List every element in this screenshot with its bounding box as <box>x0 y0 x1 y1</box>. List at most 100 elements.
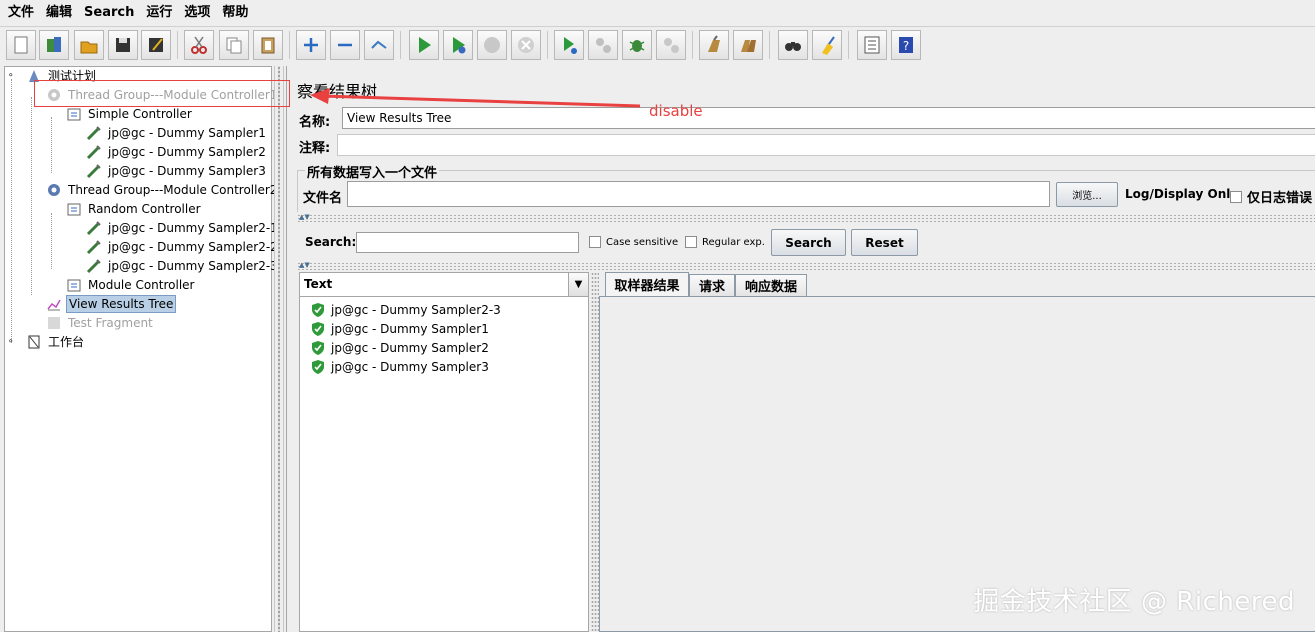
regex-checkbox[interactable]: Regular exp. <box>685 236 765 248</box>
tree-node-sampler[interactable]: jp@gc - Dummy Sampler3 <box>85 162 268 180</box>
filename-input[interactable] <box>347 181 1050 207</box>
sampler-pipette-icon <box>85 258 103 274</box>
search-icon[interactable] <box>778 30 808 60</box>
start-icon[interactable] <box>409 30 439 60</box>
tree-node-sampler[interactable]: jp@gc - Dummy Sampler2-1 <box>85 219 280 237</box>
tree-node-sampler[interactable]: jp@gc - Dummy Sampler2-2 <box>85 238 280 256</box>
controller-icon <box>65 106 83 122</box>
stop-icon[interactable] <box>477 30 507 60</box>
reset-search-icon[interactable] <box>812 30 842 60</box>
open-icon[interactable] <box>74 30 104 60</box>
checkbox-box[interactable] <box>1230 190 1242 203</box>
shutdown-icon[interactable] <box>511 30 541 60</box>
clear-icon[interactable] <box>699 30 729 60</box>
results-splitter[interactable] <box>591 272 599 632</box>
remote-shutdown-icon[interactable] <box>622 30 652 60</box>
sampler-pipette-icon <box>85 144 103 160</box>
expand-toggle[interactable]: ⚬ <box>7 338 16 347</box>
result-item[interactable]: jp@gc - Dummy Sampler2-3 <box>310 301 501 319</box>
watermark: 掘金技术社区 @ Richered <box>973 587 1295 617</box>
controller-icon <box>65 201 83 217</box>
tab-sampler-result[interactable]: 取样器结果 <box>605 272 689 296</box>
checkbox-box[interactable] <box>685 236 697 248</box>
sampler-pipette-icon <box>85 239 103 255</box>
tree-node-workbench[interactable]: 工作台 <box>25 333 86 351</box>
case-sensitive-label: Case sensitive <box>606 236 679 248</box>
save-as-icon[interactable] <box>141 30 171 60</box>
errors-only-checkbox[interactable]: 仅日志错误 <box>1230 187 1312 206</box>
comment-field[interactable] <box>337 134 1315 156</box>
cut-icon[interactable] <box>184 30 214 60</box>
tab-response-data[interactable]: 响应数据 <box>735 274 807 296</box>
horizontal-splitter[interactable]: ▲▼ <box>297 213 1315 222</box>
annotation-highlight-box <box>34 80 290 107</box>
success-shield-icon <box>310 359 326 375</box>
new-icon[interactable] <box>6 30 36 60</box>
browse-button[interactable]: 浏览... <box>1056 182 1118 207</box>
log-display-label: Log/Display Only: <box>1125 187 1243 201</box>
result-detail-tabs: 取样器结果 请求 响应数据 <box>599 272 1315 632</box>
success-shield-icon <box>310 321 326 337</box>
comment-label: 注释: <box>299 141 331 156</box>
regex-label: Regular exp. <box>702 236 765 248</box>
search-button[interactable]: Search <box>771 229 846 256</box>
tree-node-view-results-tree[interactable]: View Results Tree <box>45 295 177 313</box>
horizontal-splitter[interactable]: ▲▼ <box>297 261 1315 270</box>
chevron-down-icon[interactable]: ▼ <box>568 273 588 296</box>
tree-connector <box>51 213 52 269</box>
tree-node-simple-controller[interactable]: Simple Controller <box>65 105 194 123</box>
renderer-select[interactable]: Text ▼ <box>300 273 588 297</box>
help-icon[interactable]: ? <box>891 30 921 60</box>
tree-node-test-fragment[interactable]: Test Fragment <box>45 314 155 332</box>
expand-icon[interactable] <box>296 30 326 60</box>
checkbox-box[interactable] <box>589 236 601 248</box>
sampler-pipette-icon <box>85 163 103 179</box>
toggle-icon[interactable] <box>364 30 394 60</box>
success-shield-icon <box>310 340 326 356</box>
toolbar-separator <box>547 31 548 59</box>
paste-icon[interactable] <box>253 30 283 60</box>
workbench-icon <box>25 334 43 350</box>
save-icon[interactable] <box>108 30 138 60</box>
tree-node-random-controller[interactable]: Random Controller <box>65 200 203 218</box>
case-sensitive-checkbox[interactable]: Case sensitive <box>589 236 678 248</box>
remote-exit-icon[interactable] <box>656 30 686 60</box>
collapse-icon[interactable] <box>330 30 360 60</box>
search-input[interactable] <box>356 232 579 253</box>
function-helper-icon[interactable] <box>857 30 887 60</box>
remote-stop-icon[interactable] <box>588 30 618 60</box>
result-item[interactable]: jp@gc - Dummy Sampler1 <box>310 320 489 338</box>
clear-all-icon[interactable] <box>733 30 763 60</box>
view-results-tree-panel: 察看结果树 名称: View Results Tree 注释: 所有数据写入一个… <box>286 66 1315 632</box>
tree-node-sampler[interactable]: jp@gc - Dummy Sampler2-3 <box>85 257 280 275</box>
tree-node-sampler[interactable]: jp@gc - Dummy Sampler1 <box>85 124 268 142</box>
collapse-toggle[interactable]: ⚬ <box>7 72 16 81</box>
start-no-pause-icon[interactable] <box>443 30 473 60</box>
result-item[interactable]: jp@gc - Dummy Sampler2 <box>310 339 489 357</box>
controller-icon <box>65 277 83 293</box>
filename-label: 文件名 <box>303 191 343 206</box>
remote-start-icon[interactable] <box>554 30 584 60</box>
menu-options[interactable]: 选项 <box>180 0 218 26</box>
result-item[interactable]: jp@gc - Dummy Sampler3 <box>310 358 489 376</box>
fragment-icon <box>45 315 63 331</box>
menu-search[interactable]: Search <box>80 0 142 26</box>
reset-button[interactable]: Reset <box>851 229 918 256</box>
menu-help[interactable]: 帮助 <box>218 0 256 26</box>
templates-icon[interactable] <box>39 30 69 60</box>
menu-file[interactable]: 文件 <box>4 0 42 26</box>
tree-node-module-controller[interactable]: Module Controller <box>65 276 196 294</box>
menu-edit[interactable]: 编辑 <box>42 0 80 26</box>
toolbar-separator <box>177 31 178 59</box>
toolbar-separator <box>692 31 693 59</box>
results-list-pane: Text ▼ jp@gc - Dummy Sampler2-3 jp@gc - … <box>299 272 589 632</box>
test-plan-tree[interactable]: ⚬ 测试计划 Thread Group---Module Controller1… <box>4 66 278 632</box>
tab-request[interactable]: 请求 <box>689 274 735 296</box>
tree-node-thread-group-2[interactable]: Thread Group---Module Controller2 <box>45 181 279 199</box>
menu-run[interactable]: 运行 <box>142 0 180 26</box>
toolbar-separator <box>289 31 290 59</box>
pane-splitter[interactable] <box>274 66 284 632</box>
tree-node-sampler[interactable]: jp@gc - Dummy Sampler2 <box>85 143 268 161</box>
toolbar: ? <box>0 26 1315 64</box>
copy-icon[interactable] <box>219 30 249 60</box>
